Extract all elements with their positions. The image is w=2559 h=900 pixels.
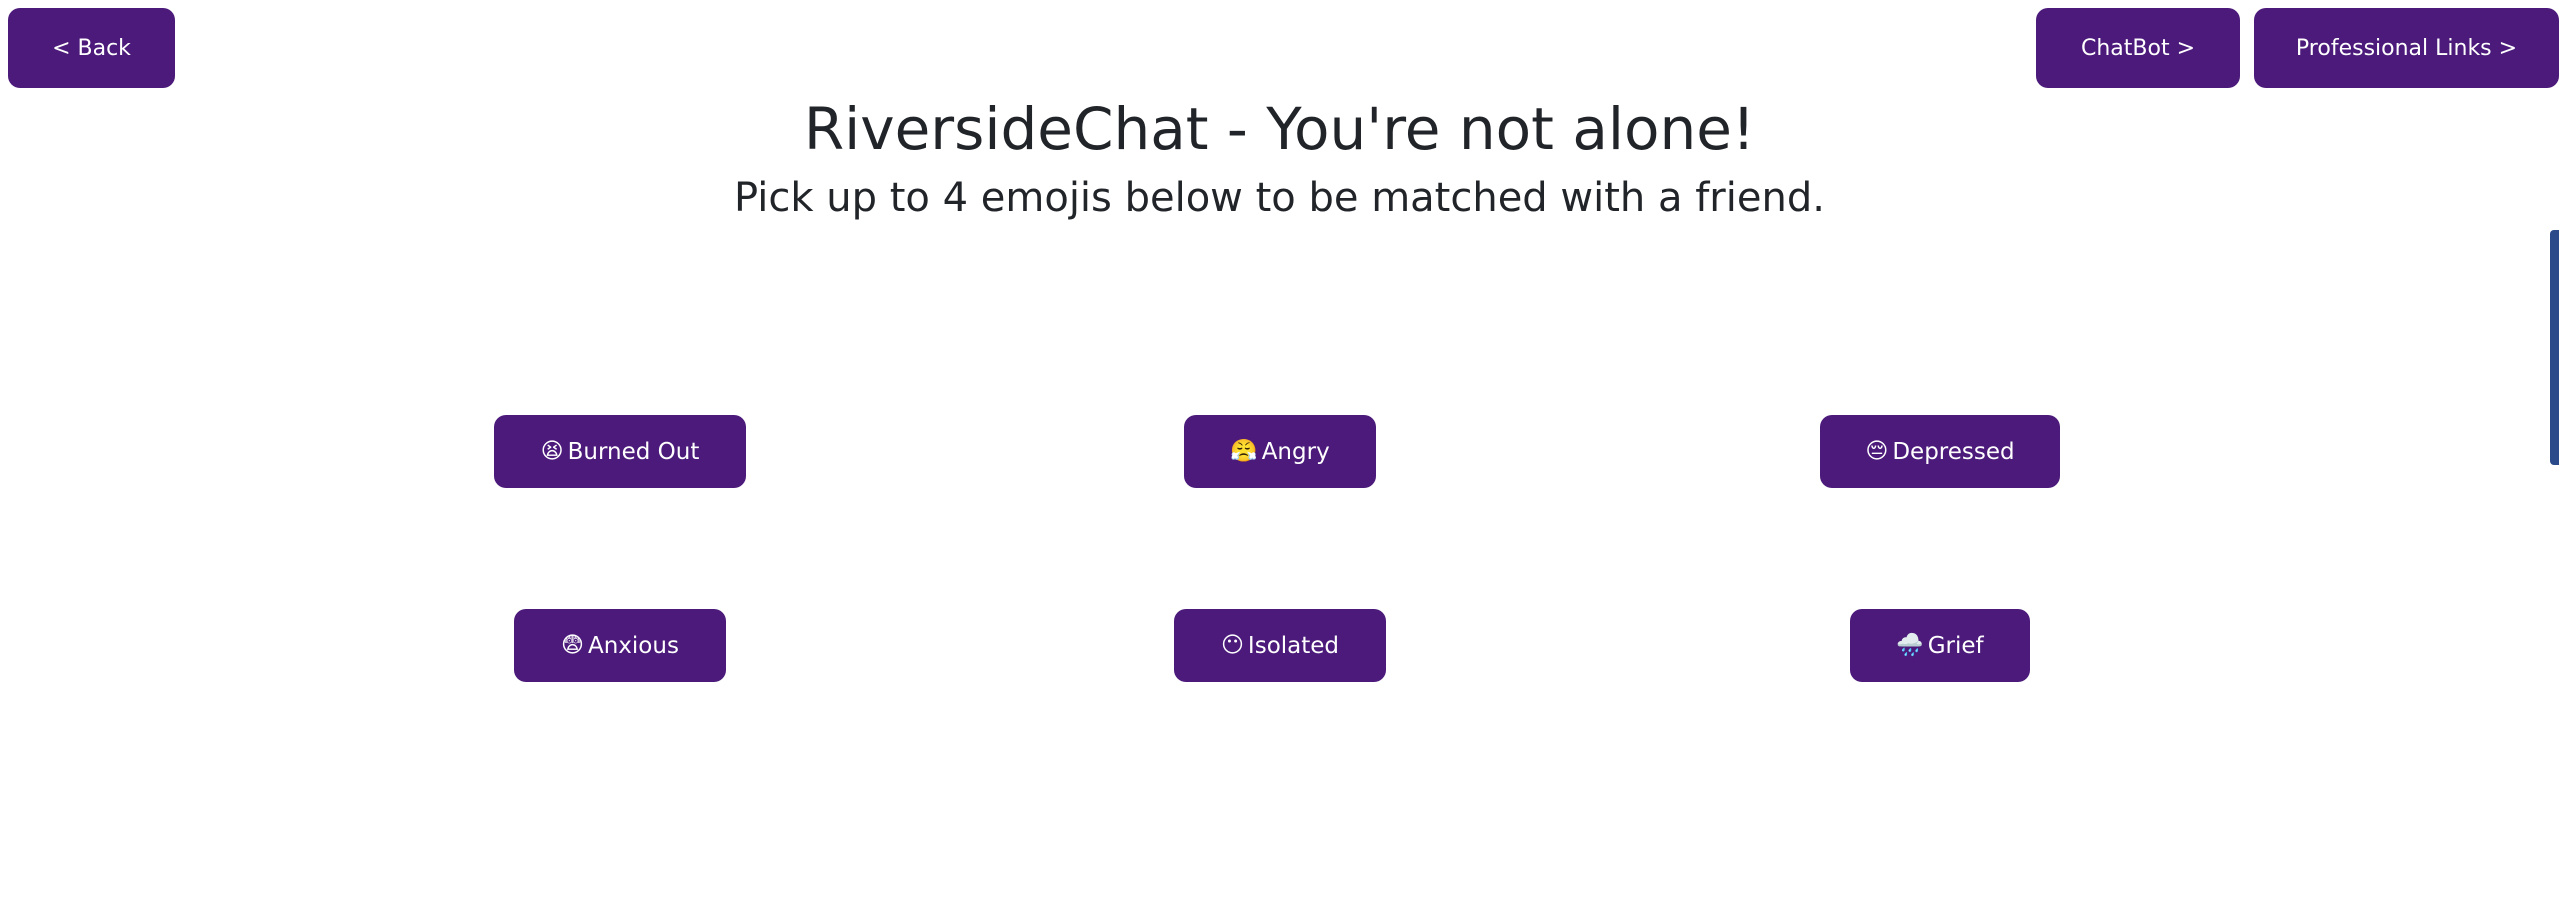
burned-out-button[interactable]: 😫 Burned Out	[494, 415, 746, 488]
tired-face-icon: 😫	[540, 438, 564, 464]
pensive-face-icon: 😔	[1865, 438, 1889, 464]
isolated-button[interactable]: 😶 Isolated	[1174, 609, 1386, 682]
isolated-label: Isolated	[1247, 632, 1340, 659]
page-subtitle: Pick up to 4 emojis below to be matched …	[734, 175, 1825, 221]
angry-button[interactable]: 😤 Angry	[1184, 415, 1376, 488]
chatbot-button[interactable]: ChatBot >	[2036, 8, 2240, 88]
depressed-label: Depressed	[1892, 438, 2015, 465]
back-button[interactable]: < Back	[8, 8, 175, 88]
depressed-button[interactable]: 😔 Depressed	[1820, 415, 2060, 488]
burned-out-label: Burned Out	[567, 438, 700, 465]
rain-cloud-icon: 🌧️	[1896, 632, 1924, 658]
anxious-label: Anxious	[587, 632, 679, 659]
anxious-button[interactable]: 😨 Anxious	[514, 609, 726, 682]
page: < Back ChatBot > Professional Links > Ri…	[0, 0, 2559, 900]
grief-label: Grief	[1927, 632, 1984, 659]
side-tab-handle[interactable]	[2550, 230, 2559, 465]
grief-button[interactable]: 🌧️ Grief	[1850, 609, 2030, 682]
professional-links-button[interactable]: Professional Links >	[2254, 8, 2559, 88]
angry-label: Angry	[1261, 438, 1330, 465]
steam-face-icon: 😤	[1230, 438, 1258, 464]
page-title: RiversideChat - You're not alone!	[803, 95, 1756, 163]
no-mouth-face-icon: 😶	[1220, 632, 1244, 658]
fearful-face-icon: 😨	[561, 632, 584, 658]
